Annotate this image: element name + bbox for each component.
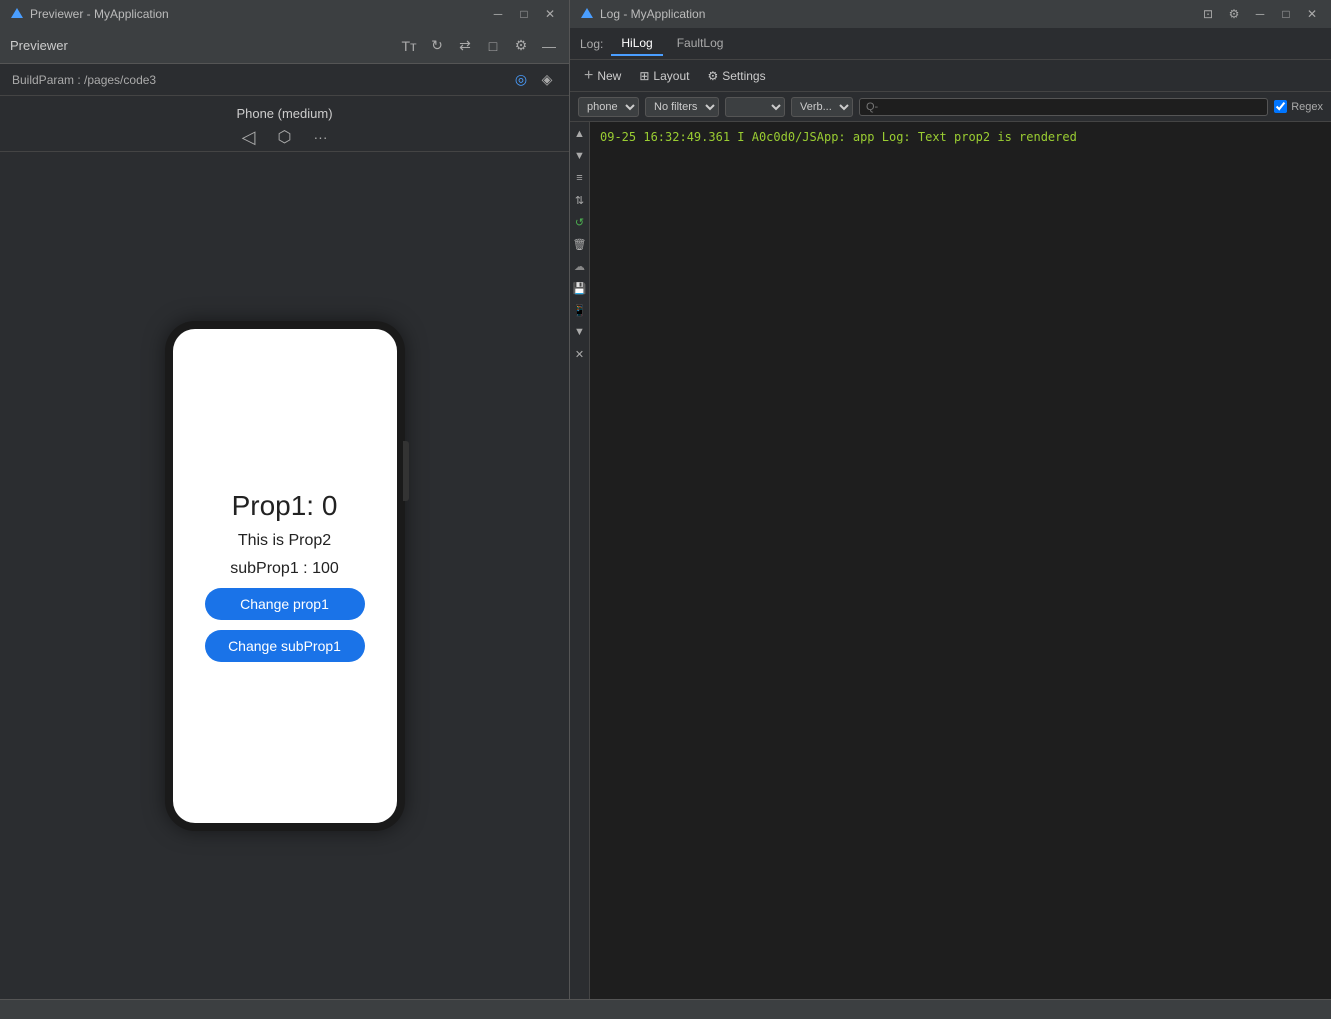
log-layout-icon[interactable]: ⊡: [1199, 5, 1217, 23]
device-label: Phone (medium): [236, 106, 332, 121]
status-bar: [0, 999, 1331, 1019]
close-icon[interactable]: ✕: [572, 346, 588, 362]
settings-icon[interactable]: ⚙: [511, 36, 531, 56]
scroll-up-icon[interactable]: ▲: [572, 126, 588, 142]
back-btn[interactable]: ◁: [239, 127, 259, 147]
previewer-panel-title: Previewer: [10, 38, 68, 53]
wrap-icon[interactable]: ≡: [572, 170, 588, 186]
previewer-window-title: Previewer - MyApplication: [30, 7, 489, 21]
log-toolbar: + New ⊞ Layout ⚙ Settings: [570, 60, 1331, 92]
log-app-icon: [580, 7, 594, 21]
sort-icon[interactable]: ⇅: [572, 192, 588, 208]
log-minimize-btn[interactable]: ─: [1251, 5, 1269, 23]
previewer-panel: Previewer Tт ↻ ⇄ □ ⚙ — BuildParam : /pag…: [0, 28, 570, 999]
previewer-close-btn[interactable]: ✕: [541, 5, 559, 23]
previewer-maximize-btn[interactable]: □: [515, 5, 533, 23]
save-icon[interactable]: 💾: [572, 280, 588, 296]
layout-button[interactable]: ⊞ Layout: [633, 67, 695, 85]
search-input[interactable]: [859, 98, 1268, 116]
previewer-titlebar: Previewer - MyApplication ─ □ ✕: [0, 0, 570, 28]
log-label: Log:: [580, 37, 603, 51]
new-label: New: [597, 69, 621, 83]
path-text: BuildParam : /pages/code3: [12, 73, 156, 87]
level-filter[interactable]: [725, 97, 785, 117]
refresh-icon[interactable]: ↻: [427, 36, 447, 56]
tab-hilog[interactable]: HiLog: [611, 32, 662, 56]
prop2-text: This is Prop2: [238, 532, 331, 550]
verbosity-filter[interactable]: Verb...: [791, 97, 853, 117]
log-tabs-bar: Log: HiLog FaultLog: [570, 28, 1331, 60]
filter-icon[interactable]: ▼: [572, 324, 588, 340]
minus-icon[interactable]: —: [539, 36, 559, 56]
previewer-app-icon: [10, 7, 24, 21]
rotate-icon[interactable]: ⇄: [455, 36, 475, 56]
log-close-btn[interactable]: ✕: [1303, 5, 1321, 23]
previewer-minimize-btn[interactable]: ─: [489, 5, 507, 23]
more-btn[interactable]: ···: [311, 127, 331, 147]
no-filters-dropdown[interactable]: No filters: [645, 97, 719, 117]
delete-icon[interactable]: 🗑: [572, 236, 588, 252]
path-bar: BuildParam : /pages/code3 ◎ ◈: [0, 64, 569, 96]
subprop-text: subProp1 : 100: [230, 560, 339, 578]
eye-icon[interactable]: ◎: [511, 70, 531, 90]
log-settings-icon[interactable]: ⚙: [1225, 5, 1243, 23]
layers-icon[interactable]: ◈: [537, 70, 557, 90]
log-scroll-area: ▲ ▼ ≡ ⇅ ↺ 🗑 ☁ 💾 📱 ▼ ✕ 09-25 16:32:49.361…: [570, 122, 1331, 999]
scroll-down-icon[interactable]: ▼: [572, 148, 588, 164]
log-maximize-btn[interactable]: □: [1277, 5, 1295, 23]
settings-label: Settings: [722, 69, 765, 83]
new-plus-icon: +: [584, 67, 593, 85]
change-prop1-btn[interactable]: Change prop1: [205, 588, 365, 620]
log-titlebar: Log - MyApplication ⊡ ⚙ ─ □ ✕: [570, 0, 1331, 28]
log-filters: phone No filters Verb... Regex: [570, 92, 1331, 122]
regex-label: Regex: [1274, 100, 1323, 113]
font-size-icon[interactable]: Tт: [399, 36, 419, 56]
log-entry-1: 09-25 16:32:49.361 I A0c0d0/JSApp: app L…: [600, 128, 1321, 147]
cloud-icon[interactable]: ☁: [572, 258, 588, 274]
layout-label: Layout: [653, 69, 689, 83]
log-content: 09-25 16:32:49.361 I A0c0d0/JSApp: app L…: [590, 122, 1331, 999]
device-filter[interactable]: phone: [578, 97, 639, 117]
phone-mockup: Prop1: 0 This is Prop2 subProp1 : 100 Ch…: [165, 321, 405, 831]
refresh-green-icon[interactable]: ↺: [572, 214, 588, 230]
previewer-content: Prop1: 0 This is Prop2 subProp1 : 100 Ch…: [0, 152, 569, 999]
log-panel: Log: HiLog FaultLog + New ⊞ Layout ⚙ Set…: [570, 28, 1331, 999]
regex-text: Regex: [1291, 101, 1323, 113]
settings-button[interactable]: ⚙ Settings: [701, 67, 771, 85]
previewer-toolbar: Previewer Tт ↻ ⇄ □ ⚙ —: [0, 28, 569, 64]
change-subprop1-btn[interactable]: Change subProp1: [205, 630, 365, 662]
phone-side-button: [403, 441, 409, 501]
log-side-toolbar: ▲ ▼ ≡ ⇅ ↺ 🗑 ☁ 💾 📱 ▼ ✕: [570, 122, 590, 999]
log-window-title: Log - MyApplication: [600, 7, 1199, 21]
layout-icon: ⊞: [639, 69, 649, 83]
phone-icon[interactable]: 📱: [572, 302, 588, 318]
regex-checkbox[interactable]: [1274, 100, 1287, 113]
tab-faultlog[interactable]: FaultLog: [667, 32, 734, 56]
phone-screen: Prop1: 0 This is Prop2 subProp1 : 100 Ch…: [173, 329, 397, 823]
home-btn[interactable]: ⬡: [275, 127, 295, 147]
settings-gear-icon: ⚙: [707, 69, 718, 83]
file-icon[interactable]: □: [483, 36, 503, 56]
prop1-text: Prop1: 0: [232, 490, 338, 522]
new-button[interactable]: + New: [578, 65, 627, 87]
